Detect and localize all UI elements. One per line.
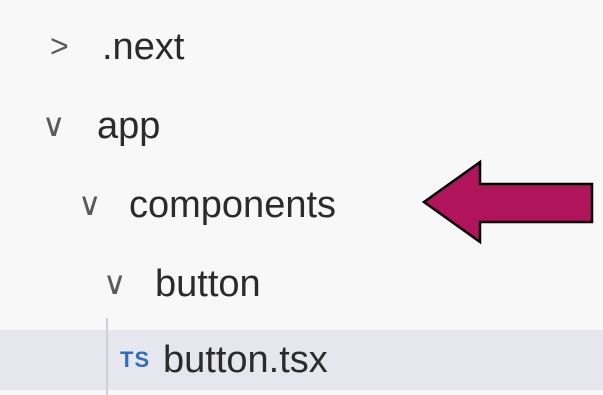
- tree-item-app[interactable]: ∨ app: [0, 97, 603, 157]
- file-explorer: > .next ∨ app ∨ components ∨ button TS b…: [0, 0, 603, 395]
- tree-item-label: app: [97, 105, 161, 147]
- chevron-down-icon[interactable]: ∨: [103, 267, 126, 299]
- chevron-right-icon[interactable]: >: [50, 30, 69, 62]
- chevron-down-icon[interactable]: ∨: [42, 109, 65, 141]
- indent-guide: [106, 318, 108, 395]
- tree-item-label: .next: [102, 26, 185, 68]
- tree-item-next[interactable]: > .next: [0, 18, 603, 78]
- tree-item-button-folder[interactable]: ∨ button: [0, 255, 603, 315]
- tree-item-label: button: [155, 263, 261, 305]
- tree-item-label: button.tsx: [163, 339, 328, 381]
- pointer-arrow-icon: [421, 159, 594, 245]
- tree-item-label: components: [129, 184, 337, 226]
- tree-item-button-tsx[interactable]: TS button.tsx: [0, 330, 603, 390]
- chevron-down-icon[interactable]: ∨: [78, 188, 101, 220]
- typescript-file-icon: TS: [120, 347, 151, 372]
